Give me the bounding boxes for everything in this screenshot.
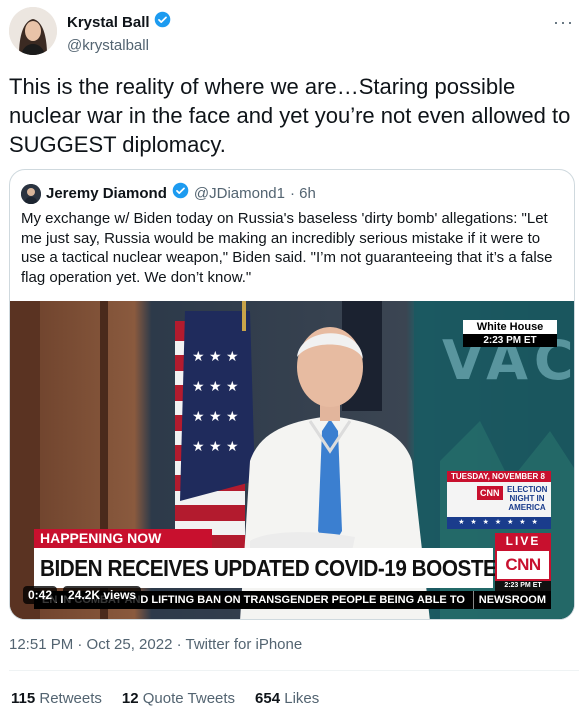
svg-text:★ ★ ★: ★ ★ ★ [192, 439, 239, 455]
ticker-program-tag: NEWSROOM [472, 591, 551, 609]
tweet-header: Krystal Ball @krystalball ··· [0, 0, 588, 70]
location-label: White House [463, 320, 557, 334]
svg-text:★ ★ ★: ★ ★ ★ [192, 349, 239, 365]
author-avatar[interactable] [9, 7, 57, 55]
promo-network-logo: CNN [477, 486, 503, 500]
quoted-author-avatar[interactable] [21, 183, 41, 204]
tweet-timestamp[interactable]: 12:51 PM · Oct 25, 2022 · Twitter for iP… [9, 635, 302, 655]
tweet-text: This is the reality of where we are…Star… [9, 74, 571, 157]
quoted-tweet-text: My exchange w/ Biden today on Russia's b… [21, 210, 553, 286]
promo-date: TUESDAY, NOVEMBER 8 [447, 471, 551, 482]
author-display-name[interactable]: Krystal Ball [67, 13, 150, 33]
quoted-author-handle[interactable]: @JDiamond1 [194, 184, 285, 204]
location-time: 2:23 PM ET [463, 334, 557, 347]
more-options-icon[interactable]: ··· [553, 12, 574, 33]
likes-stat[interactable]: 654 Likes [255, 689, 319, 709]
video-views: 24.2K views [63, 586, 142, 604]
network-logo: CNN [495, 549, 551, 581]
quoted-tweet-header: Jeremy Diamond @JDiamond1 · 6h [21, 182, 316, 205]
live-badge: LIVE [495, 533, 551, 549]
quoted-author-name[interactable]: Jeremy Diamond [46, 184, 167, 204]
svg-text:★ ★ ★: ★ ★ ★ [192, 409, 239, 425]
likes-label: Likes [284, 690, 320, 707]
quote-tweets-count: 12 [121, 690, 139, 707]
chyron-headline: BIDEN RECEIVES UPDATED COVID-19 BOOSTER [40, 555, 511, 581]
video-duration: 0:42 [23, 586, 58, 604]
verified-badge-icon [154, 11, 171, 34]
quote-tweets-stat[interactable]: 12 Quote Tweets [122, 689, 235, 709]
quoted-tweet-age[interactable]: · 6h [290, 184, 316, 204]
happening-now-banner: HAPPENING NOW [34, 529, 212, 548]
divider [9, 670, 579, 671]
author-handle[interactable]: @krystalball [67, 36, 171, 56]
author-name-row[interactable]: Krystal Ball [67, 11, 171, 34]
retweets-label: Retweets [39, 690, 102, 707]
author-names: Krystal Ball @krystalball [67, 11, 171, 56]
network-logo-text: CNN [505, 555, 541, 574]
likes-count: 654 [255, 690, 281, 707]
engagement-stats: 115 Retweets 12 Quote Tweets 654 Likes [11, 689, 319, 709]
retweets-count: 115 [11, 690, 36, 707]
video-player[interactable]: ★ ★ ★ ★ ★ ★ ★ ★ ★ ★ ★ ★ VAC White House … [10, 301, 574, 619]
chyron-bar: BIDEN RECEIVES UPDATED COVID-19 BOOSTER [34, 548, 511, 588]
verified-badge-icon [172, 182, 189, 205]
retweets-stat[interactable]: 115 Retweets [11, 689, 102, 709]
video-overlay-info: 0:42 24.2K views [23, 586, 142, 604]
network-time: 2:23 PM ET [495, 581, 551, 591]
quoted-tweet[interactable]: Jeremy Diamond @JDiamond1 · 6h My exchan… [9, 169, 575, 620]
promo-title: ELECTION NIGHT IN AMERICA [507, 485, 548, 512]
quote-tweets-label: Quote Tweets [142, 690, 236, 707]
promo-stars: ★ ★ ★ ★ ★ ★ ★ [447, 517, 551, 529]
election-promo-graphic: TUESDAY, NOVEMBER 8 CNN ELECTION NIGHT I… [447, 471, 551, 529]
svg-text:★ ★ ★: ★ ★ ★ [192, 379, 239, 395]
